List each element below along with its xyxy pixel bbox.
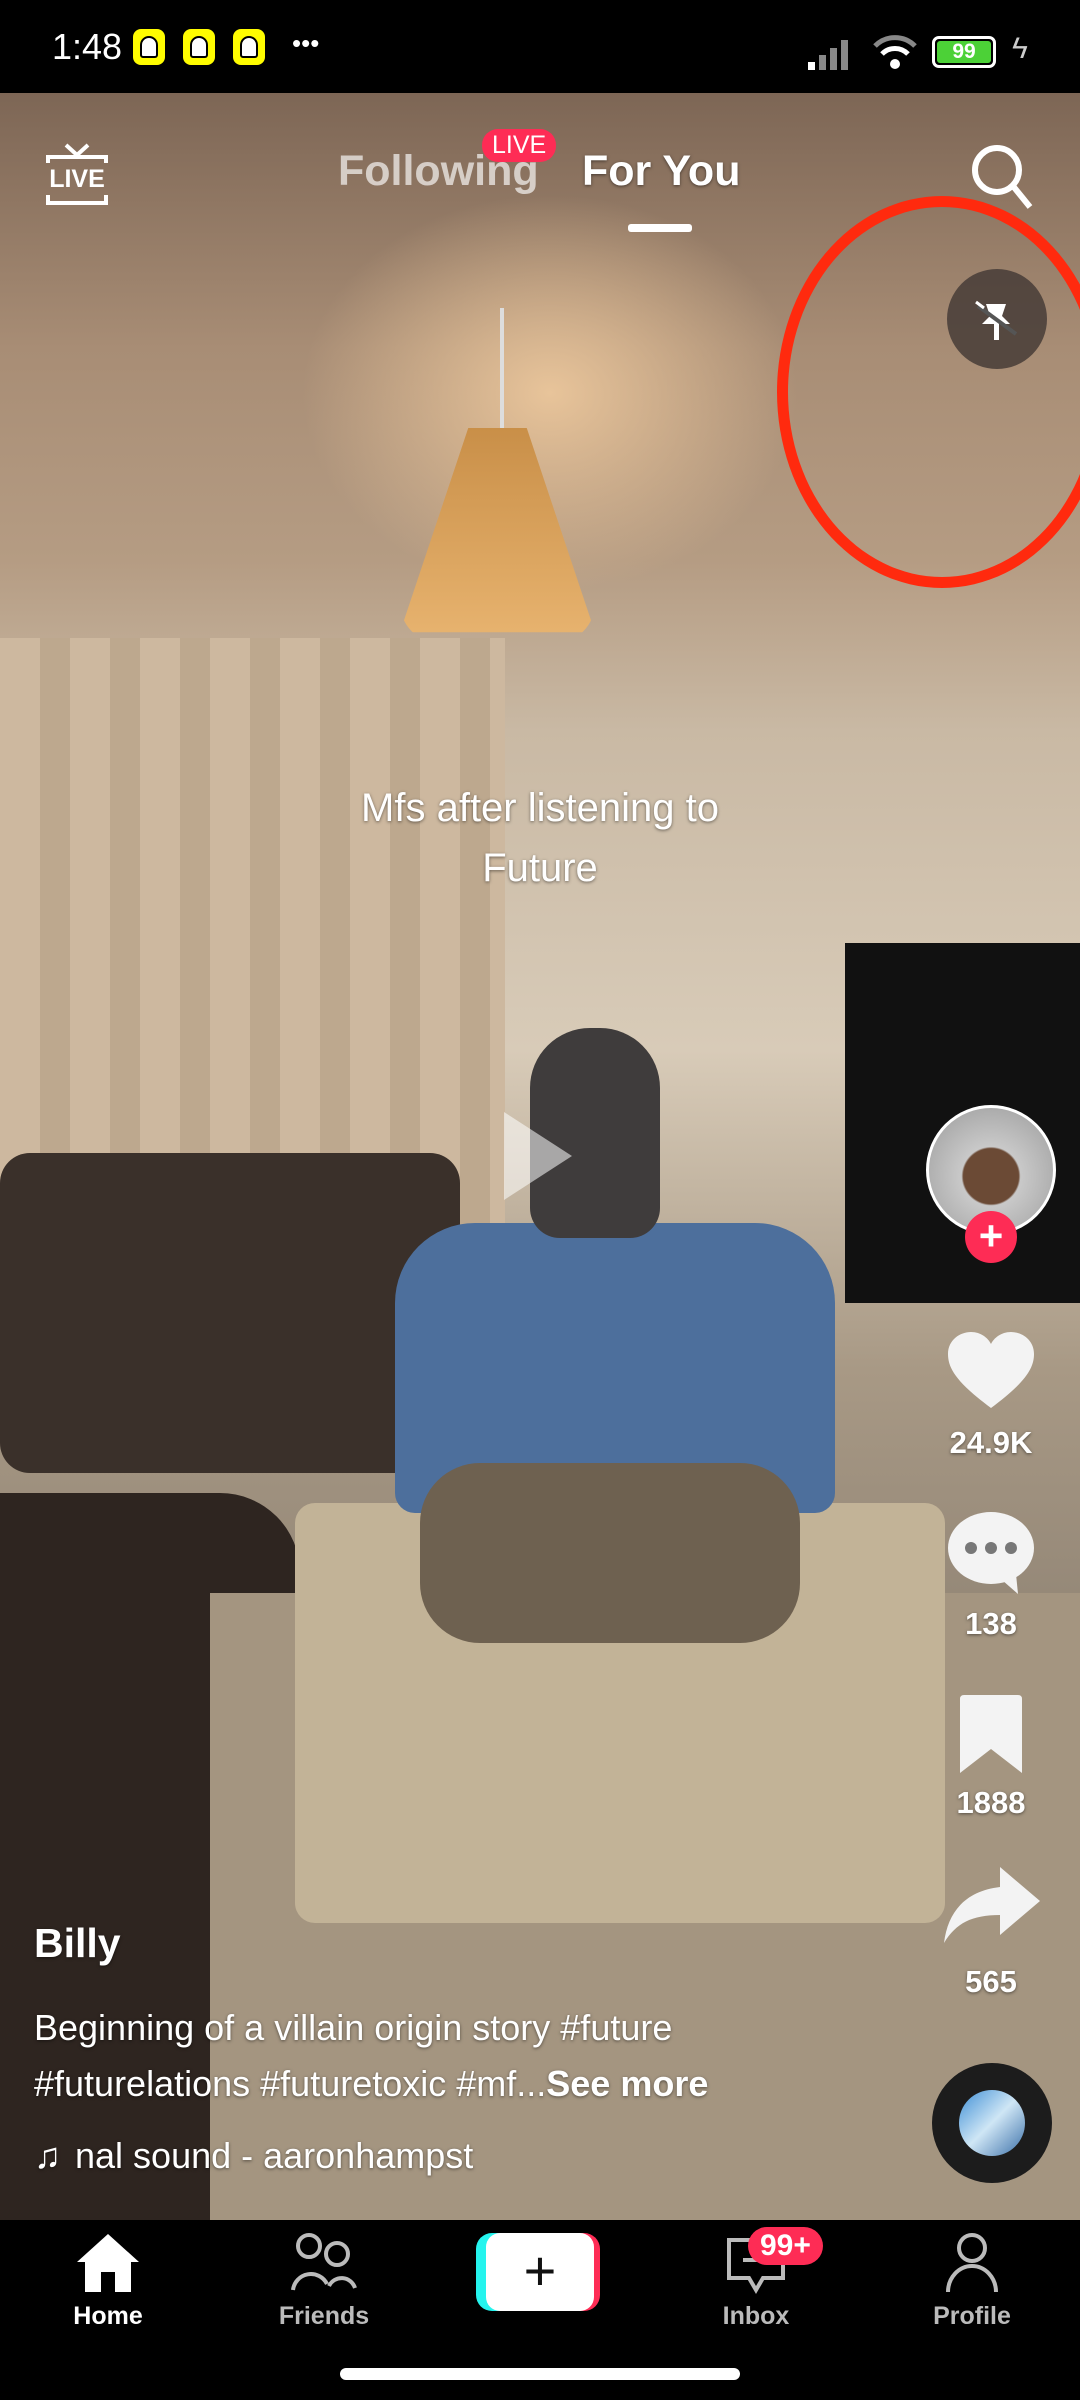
share-icon[interactable] bbox=[942, 1865, 1042, 1945]
share-count: 565 bbox=[965, 1964, 1017, 1999]
follow-plus-button[interactable]: + bbox=[965, 1211, 1017, 1263]
person-legs bbox=[420, 1463, 800, 1643]
description-line: #futurelations #futuretoxic #mf... bbox=[34, 2063, 547, 2104]
nav-label: Friends bbox=[278, 2302, 370, 2330]
live-label: LIVE bbox=[49, 165, 105, 193]
charging-icon: ϟ bbox=[1012, 32, 1028, 65]
play-icon[interactable] bbox=[500, 1108, 576, 1204]
post-description[interactable]: Beginning of a villain origin story #fut… bbox=[34, 2000, 854, 2112]
bookmark-icon[interactable] bbox=[956, 1693, 1026, 1775]
username[interactable]: Billy bbox=[34, 1920, 121, 1967]
nav-friends[interactable]: Friends bbox=[216, 2232, 432, 2352]
nav-label: Home bbox=[73, 2302, 143, 2330]
nav-label: Inbox bbox=[722, 2302, 790, 2330]
lamp-cord bbox=[500, 308, 504, 438]
like-heart-icon[interactable] bbox=[946, 1330, 1036, 1412]
description-line: Beginning of a villain origin story #fut… bbox=[34, 2007, 673, 2048]
home-icon bbox=[77, 2234, 139, 2292]
snapchat-icon bbox=[183, 29, 215, 65]
more-notifications-icon: ••• bbox=[292, 28, 320, 58]
video-caption: Mfs after listening to Future bbox=[0, 778, 1080, 898]
inbox-badge: 99+ bbox=[748, 2227, 823, 2265]
caption-line: Mfs after listening to bbox=[361, 786, 719, 830]
nav-home[interactable]: Home bbox=[0, 2232, 216, 2352]
status-bar: 1:48 ••• 99 ϟ bbox=[0, 0, 1080, 93]
status-time: 1:48 bbox=[52, 26, 123, 67]
live-button[interactable]: LIVE bbox=[44, 143, 110, 209]
create-button[interactable]: + bbox=[476, 2233, 600, 2311]
music-note-icon: ♫ bbox=[34, 2135, 61, 2176]
signal-icon bbox=[808, 40, 848, 70]
snapchat-icon bbox=[233, 29, 265, 65]
like-count: 24.9K bbox=[949, 1425, 1033, 1460]
comment-icon[interactable] bbox=[946, 1510, 1036, 1596]
friends-icon bbox=[291, 2233, 357, 2291]
battery-icon: 99 bbox=[932, 36, 996, 68]
sound-info[interactable]: ♫ nal sound - aaronhampst bbox=[34, 2135, 473, 2177]
profile-icon bbox=[946, 2233, 998, 2293]
battery-level: 99 bbox=[937, 41, 991, 63]
caption-line: Future bbox=[482, 846, 598, 890]
sofa bbox=[0, 1153, 460, 1473]
unpin-button[interactable] bbox=[947, 269, 1047, 369]
plus-icon: + bbox=[486, 2233, 594, 2311]
sound-disc[interactable] bbox=[932, 2063, 1052, 2183]
nav-profile[interactable]: Profile bbox=[864, 2232, 1080, 2352]
wifi-icon bbox=[873, 35, 917, 69]
tab-for-you[interactable]: For You bbox=[582, 147, 740, 196]
nav-label: Profile bbox=[933, 2302, 1011, 2330]
active-tab-indicator bbox=[628, 224, 692, 232]
snapchat-icon bbox=[133, 29, 165, 65]
home-indicator[interactable] bbox=[340, 2368, 740, 2380]
unpin-icon bbox=[975, 300, 1018, 340]
see-more-link[interactable]: See more bbox=[546, 2063, 708, 2104]
bookmark-count: 1888 bbox=[956, 1785, 1026, 1820]
live-badge: LIVE bbox=[482, 129, 557, 162]
sound-cover bbox=[959, 2090, 1025, 2156]
comment-count: 138 bbox=[965, 1606, 1017, 1641]
sound-name: nal sound - aaronhampst bbox=[75, 2135, 474, 2176]
